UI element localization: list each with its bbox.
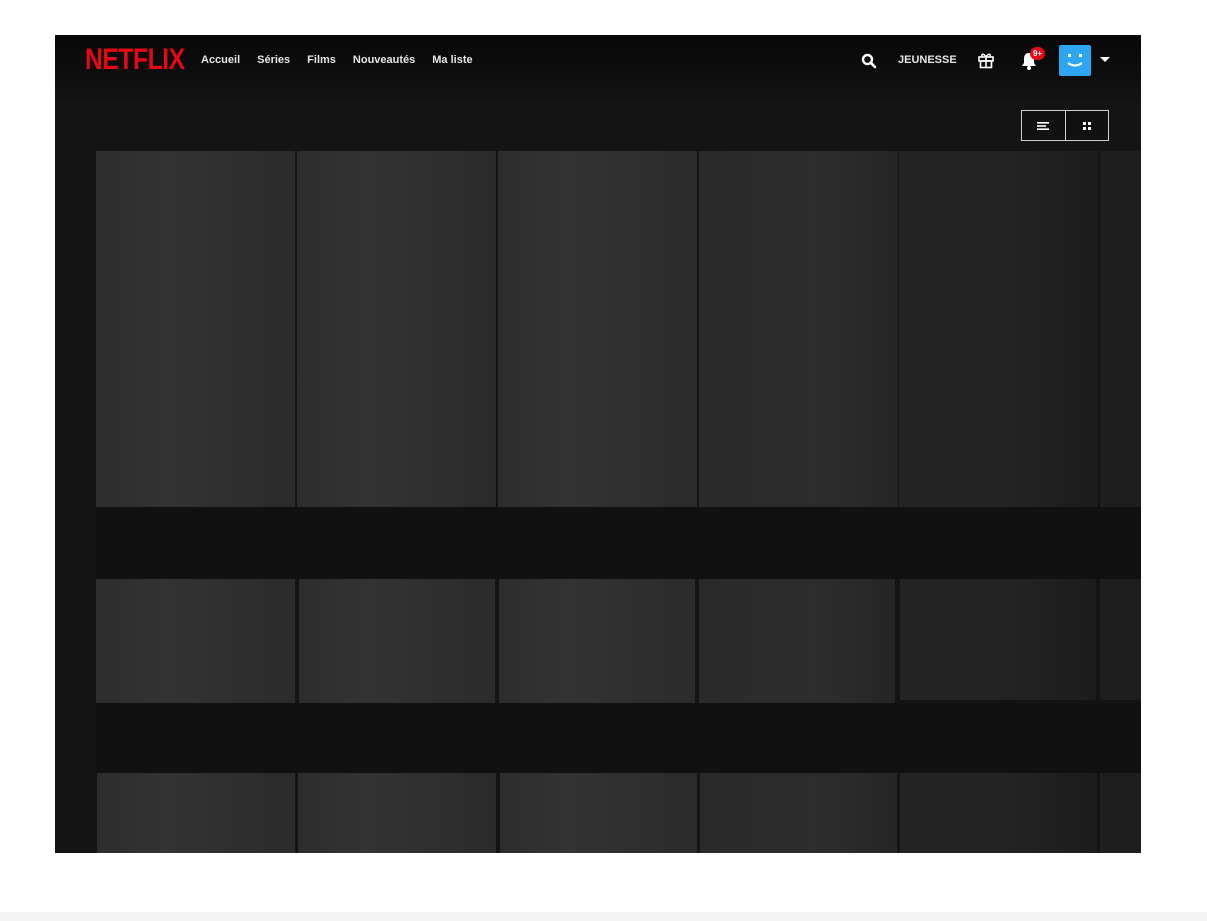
gift-icon[interactable] [977,51,995,69]
jeunesse-link[interactable]: JEUNESSE [898,54,957,66]
profile-dropdown-caret-icon[interactable] [1100,57,1110,62]
title-card-placeholder[interactable] [700,773,897,853]
title-card-placeholder[interactable] [500,773,697,853]
title-card-placeholder[interactable] [1100,151,1141,507]
top-navigation-bar: NETFLIX Accueil Séries Films Nouveautés … [55,35,1141,105]
title-card-placeholder[interactable] [299,579,495,703]
row-separator [96,703,1141,773]
title-card-placeholder[interactable] [96,151,295,507]
title-card-placeholder[interactable] [699,579,895,703]
title-card-placeholder[interactable] [298,773,496,853]
search-icon[interactable] [861,53,877,69]
title-card-placeholder[interactable] [97,773,295,853]
title-card-placeholder[interactable] [498,151,697,507]
grid-view-icon[interactable] [1064,111,1109,140]
title-card-placeholder[interactable] [297,151,496,507]
title-card-placeholder[interactable] [899,151,1098,507]
netflix-app-window: NETFLIX Accueil Séries Films Nouveautés … [55,35,1141,853]
title-card-placeholder[interactable] [900,773,1097,853]
profile-avatar[interactable] [1059,45,1091,76]
view-toggle [1021,110,1109,141]
title-card-placeholder[interactable] [499,579,695,703]
title-card-placeholder[interactable] [699,151,898,507]
title-card-placeholder[interactable] [900,579,1096,700]
title-card-placeholder[interactable] [1100,773,1141,853]
notification-badge: 9+ [1030,47,1045,60]
row-separator [96,507,1141,579]
title-card-placeholder[interactable] [96,579,295,703]
page-bottom-strip [0,912,1207,921]
title-card-placeholder[interactable] [1100,579,1141,700]
list-view-icon[interactable] [1022,111,1065,140]
secondary-navigation: JEUNESSE 9+ [55,35,1141,95]
